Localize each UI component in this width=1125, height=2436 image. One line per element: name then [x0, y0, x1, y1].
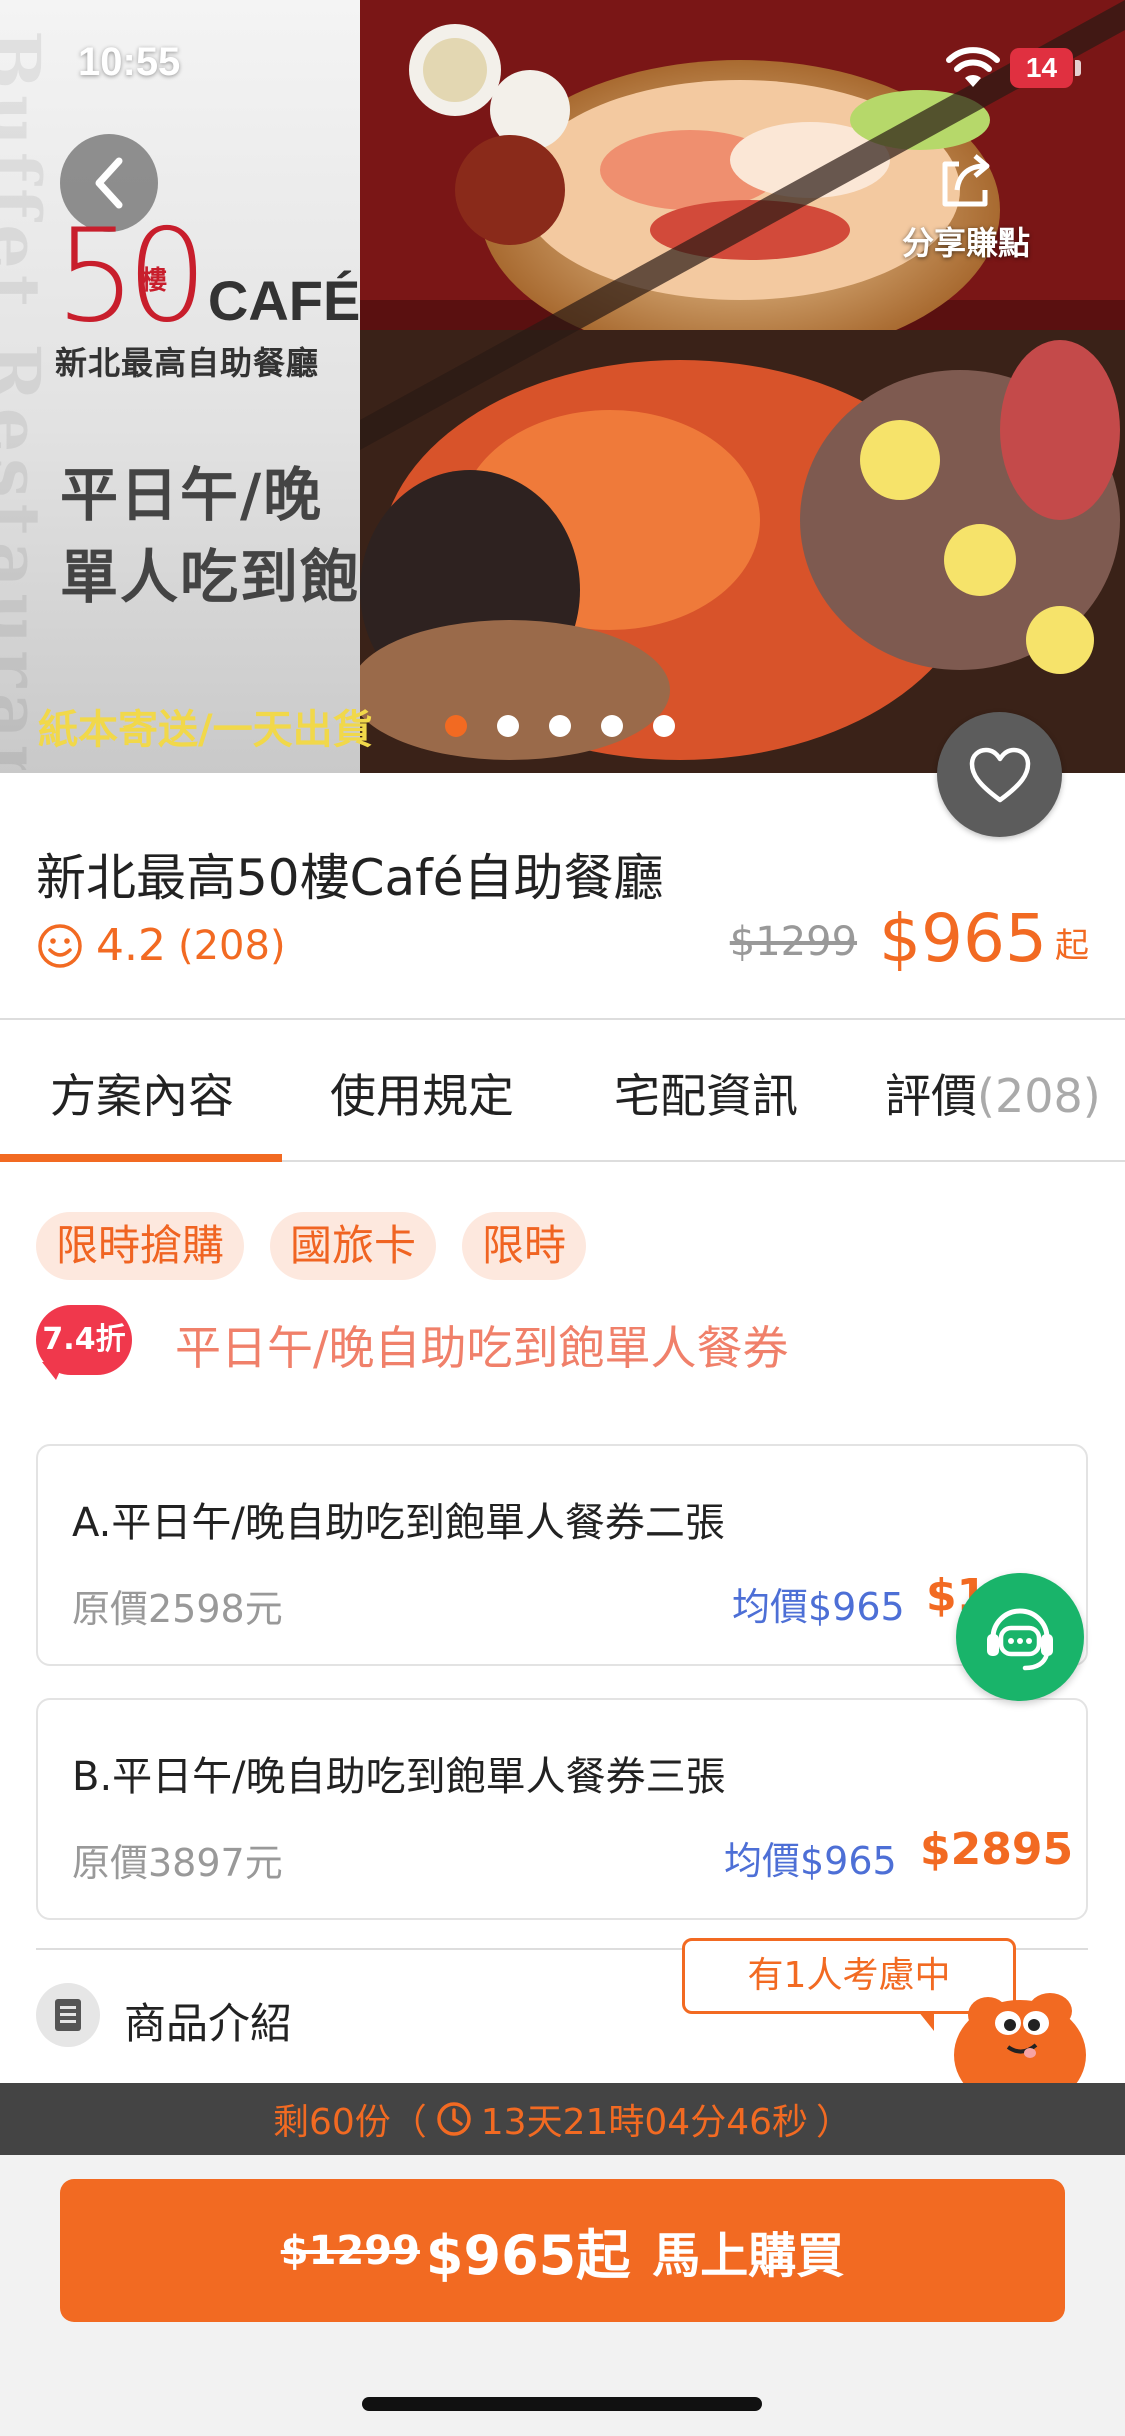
- document-icon: [36, 1983, 100, 2047]
- rating-count: (208): [177, 922, 286, 969]
- tag-flash-sale: 限時搶購: [36, 1212, 245, 1280]
- sale-price: $965: [879, 900, 1047, 977]
- hero-watermark: Buffet Restaurant: [0, 30, 56, 770]
- restaurant-logo: 50 CAFÉ 樓 新北最高自助餐廳: [55, 202, 360, 384]
- hero-promo-line2: 單人吃到飽: [60, 543, 361, 611]
- price-block: $1299 $965 起: [730, 900, 1089, 977]
- considering-bubble-tail: [918, 2011, 934, 2031]
- battery-tip: [1075, 60, 1081, 76]
- tab-reviews[interactable]: 評價(208): [885, 1060, 1101, 1126]
- tab-delivery-info[interactable]: 宅配資訊: [614, 1060, 798, 1126]
- option-card-a[interactable]: A.平日午/晚自助吃到飽單人餐券二張 原價2598元 均價$965 $19: [36, 1444, 1088, 1666]
- original-price: $1299: [729, 919, 858, 965]
- carousel-dot[interactable]: [445, 715, 467, 737]
- hero-carousel[interactable]: Buffet Restaurant 10:55: [0, 0, 1125, 773]
- home-indicator[interactable]: [362, 2397, 762, 2411]
- heart-icon: [969, 747, 1030, 802]
- stock-remaining: 剩60份（: [272, 2102, 427, 2143]
- tag-travel-card: 國旅卡: [270, 1212, 437, 1280]
- option-average-price: 均價$965: [732, 1585, 905, 1629]
- buy-new-price: $965起: [425, 2224, 631, 2287]
- tab-label: 方案內容: [50, 1069, 234, 1123]
- favorite-button[interactable]: [937, 712, 1062, 837]
- option-original-price: 原價2598元: [72, 1587, 283, 1631]
- carousel-dot[interactable]: [601, 715, 623, 737]
- tab-active-indicator: [0, 1154, 282, 1162]
- countdown-suffix: ）: [816, 2102, 853, 2143]
- clock-icon: [437, 2102, 471, 2136]
- logo-number: 50: [55, 202, 208, 351]
- carousel-dot[interactable]: [497, 715, 519, 737]
- wifi-icon: [946, 47, 1000, 87]
- option-name: A.平日午/晚自助吃到飽單人餐券二張: [72, 1500, 725, 1546]
- share-label: 分享賺點: [901, 224, 1030, 262]
- option-price: $2895: [920, 1824, 1074, 1875]
- product-intro-label[interactable]: 商品介紹: [124, 1990, 292, 2051]
- carousel-dot[interactable]: [653, 715, 675, 737]
- carousel-dot[interactable]: [549, 715, 571, 737]
- share-icon: [942, 154, 990, 207]
- tag-list: 限時搶購 國旅卡 限時: [36, 1212, 587, 1280]
- bottom-bar: $1299 $965起 馬上購買: [0, 2155, 1125, 2436]
- tab-label: 使用規定: [330, 1069, 514, 1123]
- share-button[interactable]: 分享賺點: [886, 150, 1046, 280]
- tab-bar: 方案內容 使用規定 宅配資訊 評價(208): [0, 1020, 1125, 1162]
- rating-score: 4.2: [96, 920, 166, 971]
- tag-limited: 限時: [462, 1212, 587, 1280]
- tab-usage-rules[interactable]: 使用規定: [330, 1060, 514, 1126]
- smiley-icon: [38, 923, 82, 968]
- hero-delivery-note: 紙本寄送/一天出貨: [38, 707, 373, 753]
- chat-headset-icon: [987, 1608, 1053, 1671]
- hero-promo-panel: Buffet Restaurant: [0, 0, 370, 773]
- battery-indicator: 14: [1010, 48, 1073, 88]
- hero-promo-line1: 平日午/晚: [60, 461, 324, 529]
- logo-floor: 樓: [141, 266, 168, 296]
- tab-review-count: (208): [977, 1069, 1101, 1123]
- buy-old-price: $1299: [280, 2227, 420, 2274]
- logo-subtitle: 新北最高自助餐廳: [55, 344, 320, 382]
- option-name: B.平日午/晚自助吃到飽單人餐券三張: [72, 1754, 726, 1800]
- buy-label: 馬上購買: [652, 2227, 845, 2284]
- status-time: 10:55: [78, 40, 181, 84]
- price-suffix: 起: [1055, 926, 1089, 966]
- tab-label: 評價: [885, 1069, 977, 1123]
- option-original-price: 原價3897元: [72, 1841, 283, 1885]
- logo-cafe: CAFÉ: [207, 269, 361, 332]
- product-title: 新北最高50樓Café自助餐廳: [36, 849, 664, 907]
- tab-label: 宅配資訊: [614, 1069, 798, 1123]
- option-average-price: 均價$965: [724, 1839, 897, 1883]
- customer-service-button[interactable]: [956, 1573, 1084, 1701]
- tab-plan-content[interactable]: 方案內容: [50, 1060, 234, 1126]
- rating[interactable]: 4.2 (208): [36, 920, 286, 971]
- buy-now-button[interactable]: $1299 $965起 馬上購買: [60, 2179, 1065, 2322]
- mascot-icon[interactable]: [950, 1985, 1090, 2085]
- option-card-b[interactable]: B.平日午/晚自助吃到飽單人餐券三張 原價3897元 均價$965 $2895: [36, 1698, 1088, 1920]
- plan-title: 平日午/晚自助吃到飽單人餐券: [175, 1321, 789, 1375]
- discount-badge-tail: [42, 1362, 64, 1380]
- hero-food-image: [360, 0, 1125, 773]
- countdown-time: 13天21時04分46秒: [480, 2102, 809, 2143]
- carousel-dots[interactable]: [445, 715, 675, 737]
- stock-countdown-bar: 剩60份（ 13天21時04分46秒 ）: [0, 2083, 1125, 2155]
